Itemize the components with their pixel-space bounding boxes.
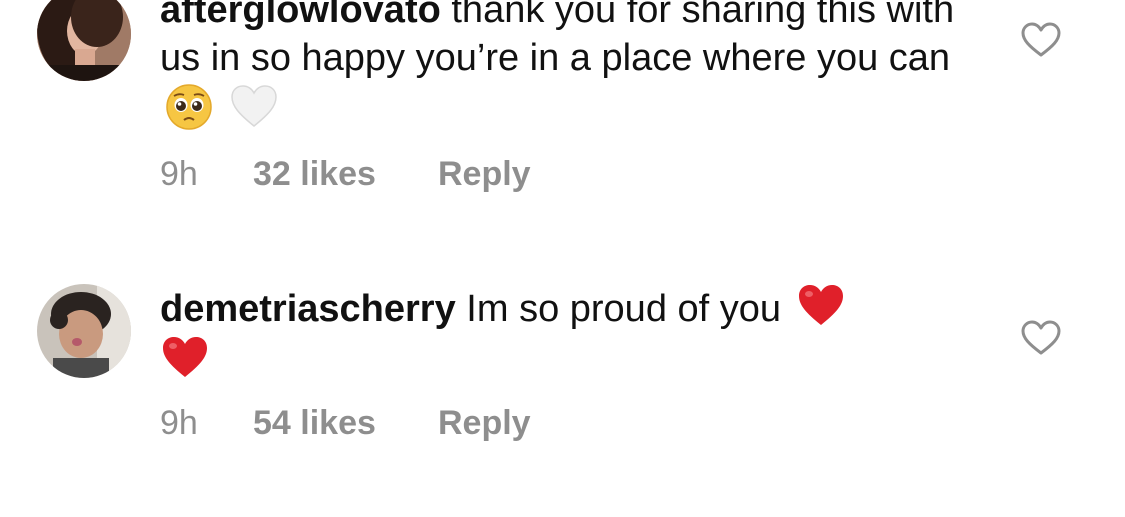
avatar[interactable] <box>37 0 131 81</box>
comment-time: 9h <box>160 155 198 193</box>
comment-meta: 9h 32 likes Reply <box>160 154 531 194</box>
comment-likes[interactable]: 32 likes <box>253 154 438 194</box>
avatar-image <box>37 0 131 81</box>
red-heart-emoji <box>796 281 846 331</box>
heart-outline-icon[interactable] <box>1021 22 1061 58</box>
comment-text: afterglowlovato thank you for sharing th… <box>160 0 960 134</box>
red-heart-emoji <box>160 333 210 383</box>
heart-outline-icon[interactable] <box>1021 320 1061 356</box>
comment-username[interactable]: afterglowlovato <box>160 0 441 31</box>
comment-time: 9h <box>160 404 198 442</box>
reply-button[interactable]: Reply <box>438 403 531 443</box>
avatar-image <box>37 284 131 378</box>
pleading-face-emoji <box>164 82 214 132</box>
white-heart-emoji <box>229 82 279 132</box>
comment-text: demetriascherry Im so proud of you <box>160 281 960 385</box>
comment-body: Im so proud of you <box>466 288 782 330</box>
avatar[interactable] <box>37 284 131 378</box>
comment-meta: 9h 54 likes Reply <box>160 403 531 443</box>
reply-button[interactable]: Reply <box>438 154 531 194</box>
comment-username[interactable]: demetriascherry <box>160 288 456 330</box>
comment-likes[interactable]: 54 likes <box>253 403 438 443</box>
